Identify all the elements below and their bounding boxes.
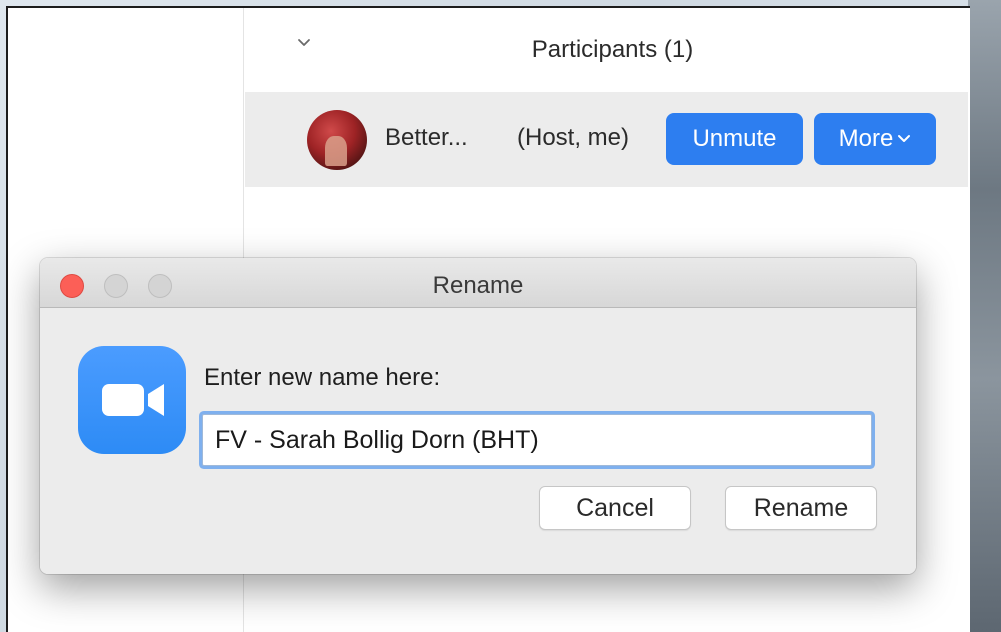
participant-row[interactable]: Better... (Host, me) Unmute More: [245, 92, 968, 187]
more-button[interactable]: More: [814, 113, 936, 165]
more-button-label: More: [838, 125, 894, 152]
zoom-video-camera-icon: [78, 346, 186, 454]
avatar: [307, 110, 367, 170]
cancel-button-label: Cancel: [576, 493, 654, 522]
unmute-button[interactable]: Unmute: [666, 113, 803, 165]
cancel-button[interactable]: Cancel: [539, 486, 691, 530]
rename-dialog: Rename Enter new name here: Cancel Renam…: [40, 258, 916, 574]
rename-prompt: Enter new name here:: [204, 364, 441, 391]
desktop-background: [968, 0, 1001, 632]
unmute-button-label: Unmute: [692, 125, 777, 152]
new-name-input[interactable]: [202, 414, 872, 466]
participants-title: Participants (1): [531, 36, 694, 63]
dialog-titlebar[interactable]: Rename: [40, 258, 916, 308]
participants-header: Participants (1): [245, 8, 968, 92]
rename-button[interactable]: Rename: [725, 486, 877, 530]
dialog-title: Rename: [432, 272, 524, 299]
participant-role: (Host, me): [517, 124, 630, 151]
participant-name: Better...: [385, 124, 468, 151]
chevron-down-icon: [898, 135, 911, 142]
rename-button-label: Rename: [753, 493, 849, 522]
